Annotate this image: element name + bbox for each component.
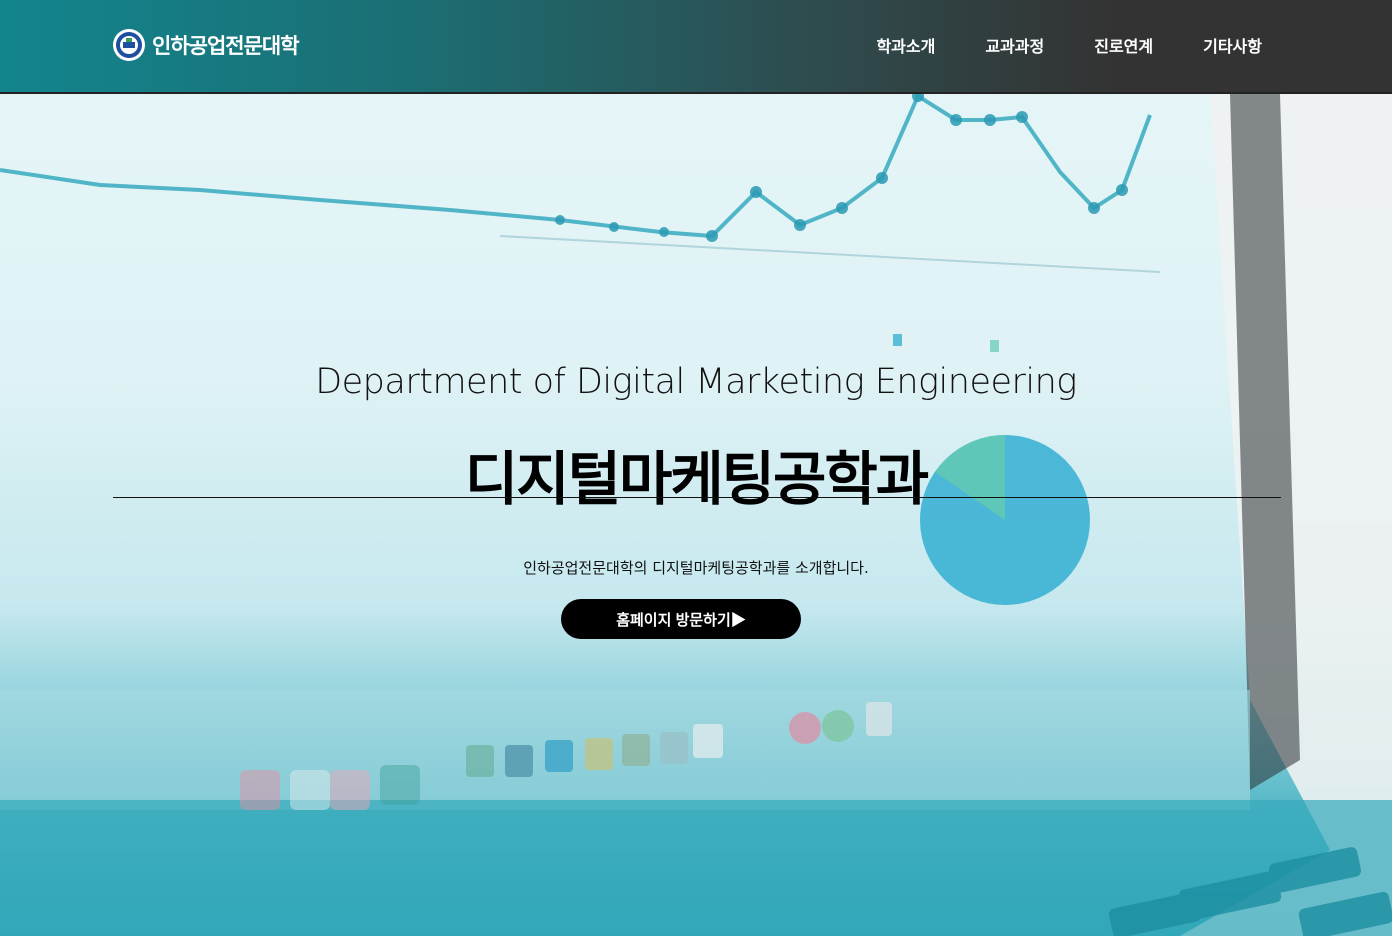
hero-title-korean: 디지털마케팅공학과 bbox=[464, 445, 929, 513]
menu-item-curriculum[interactable]: 교과과정 bbox=[985, 33, 1044, 57]
hero-description: 인하공업전문대학의 디지털마케팅공학과를 소개합니다. bbox=[523, 559, 869, 577]
hero-divider bbox=[113, 497, 1281, 498]
university-emblem-icon bbox=[113, 29, 145, 61]
hero-title-english: Department of Digital Marketing Engineer… bbox=[315, 362, 1077, 402]
top-navigation-bar: 인하공업전문대학 학과소개 교과과정 진로연계 기타사항 bbox=[0, 0, 1392, 94]
menu-item-career[interactable]: 진로연계 bbox=[1094, 33, 1153, 57]
brand-logo-link[interactable]: 인하공업전문대학 bbox=[112, 28, 300, 62]
brand-name: 인하공업전문대학 bbox=[152, 34, 300, 58]
menu-item-etc[interactable]: 기타사항 bbox=[1203, 33, 1262, 57]
visit-homepage-button[interactable]: 홈페이지 방문하기▶ bbox=[561, 599, 801, 639]
main-menu: 학과소개 교과과정 진로연계 기타사항 bbox=[876, 33, 1262, 57]
menu-item-department-intro[interactable]: 학과소개 bbox=[876, 33, 935, 57]
